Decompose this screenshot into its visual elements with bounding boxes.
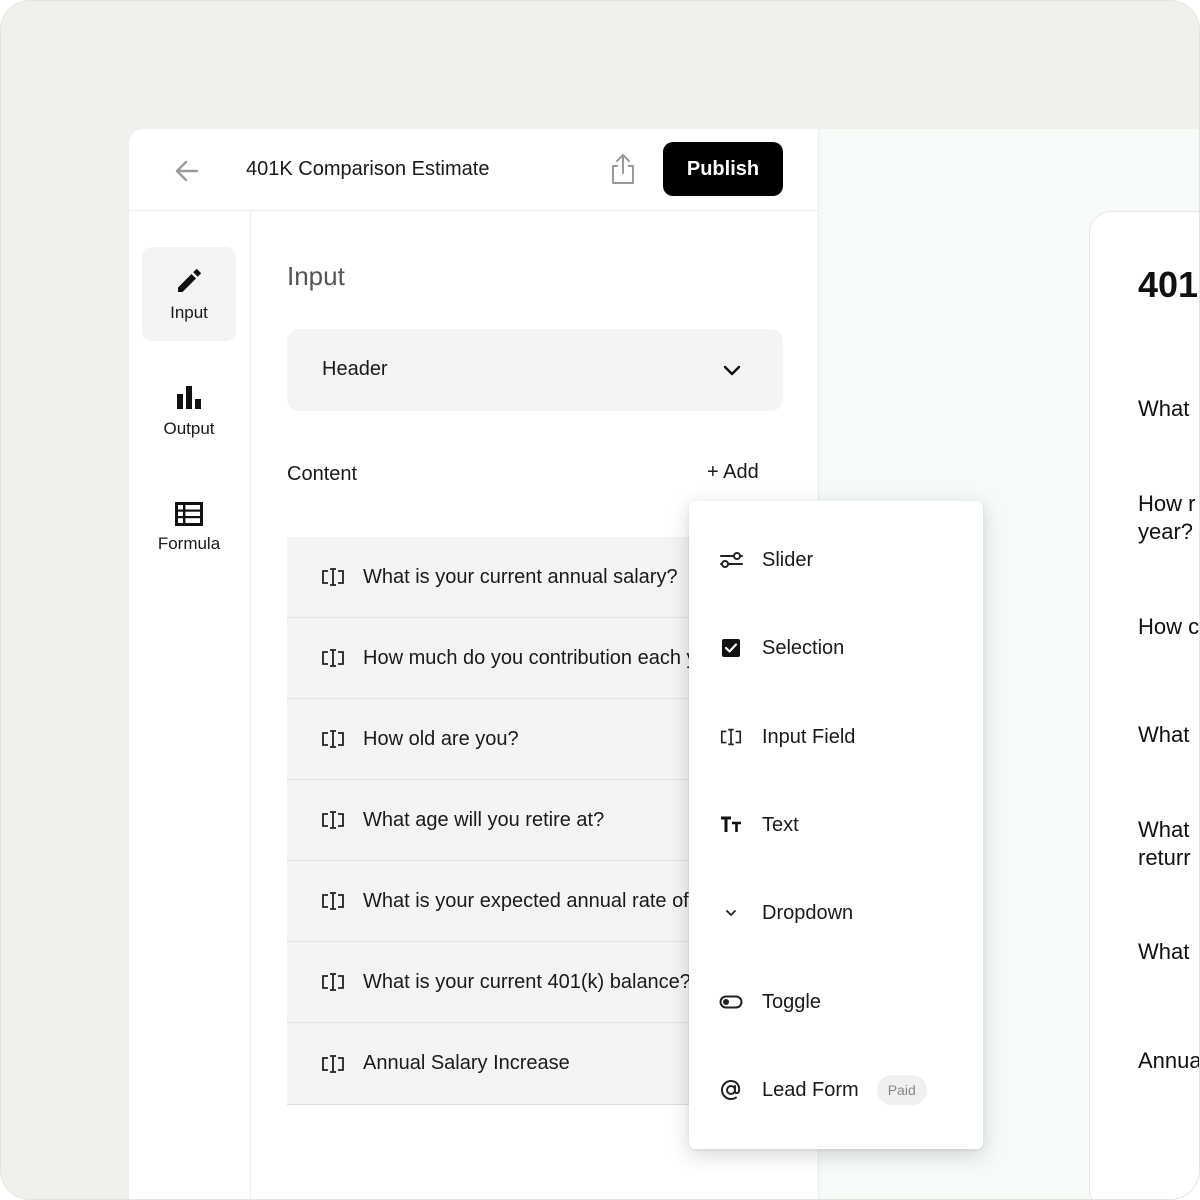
menu-item-input-field[interactable]: Input Field [689, 707, 983, 767]
rail-item-output[interactable]: Output [142, 364, 236, 458]
table-icon [175, 502, 203, 526]
menu-item-label: Text [762, 813, 799, 836]
menu-item-label: Toggle [762, 990, 821, 1013]
preview-question: How r year? [1138, 491, 1196, 544]
content-item-label: How old are you? [363, 727, 519, 750]
content-item-label: Annual Salary Increase [363, 1052, 570, 1074]
input-field-icon [322, 1054, 344, 1073]
input-field-icon [322, 973, 344, 991]
at-sign-icon [719, 1078, 743, 1102]
arrow-left-icon [175, 160, 199, 182]
preview-question: Annua [1138, 1048, 1200, 1073]
input-field-icon [719, 725, 743, 749]
menu-item-lead-form[interactable]: Lead Form Paid [689, 1060, 983, 1120]
menu-item-slider[interactable]: Slider [689, 530, 983, 590]
content-list: What is your current annual salary? How … [287, 537, 707, 1105]
app-frame: 401K Comparison Estimate Publish Input O… [0, 0, 1200, 1200]
back-button[interactable] [169, 153, 205, 189]
bar-chart-icon [177, 386, 201, 409]
content-item[interactable]: What is your current annual salary? [287, 537, 707, 618]
content-item[interactable]: How old are you? [287, 699, 707, 780]
menu-item-dropdown[interactable]: Dropdown [689, 883, 983, 943]
input-field-icon [322, 730, 344, 748]
menu-item-text[interactable]: Text [689, 795, 983, 855]
chevron-down-icon [723, 365, 741, 376]
menu-item-label: Lead Form [762, 1078, 859, 1101]
slider-icon [719, 548, 743, 572]
header-select-value: Header [322, 358, 388, 380]
add-element-menu: Slider Selection Input Field Text Dropdo… [689, 501, 983, 1149]
menu-item-label: Dropdown [762, 901, 854, 924]
rail-item-label: Output [163, 419, 215, 438]
preview-question: What [1138, 396, 1190, 421]
preview-question: What [1138, 722, 1190, 747]
content-item[interactable]: How much do you contribution each year? [287, 618, 707, 699]
checkbox-icon [719, 636, 743, 660]
top-bar: 401K Comparison Estimate Publish [129, 129, 819, 211]
menu-item-toggle[interactable]: Toggle [689, 972, 983, 1032]
preview-title: 401 [1138, 264, 1199, 305]
content-item-label: What is your current 401(k) balance? [363, 970, 691, 993]
preview-question: What returr [1138, 817, 1191, 870]
left-rail: Input Output Formula [129, 211, 251, 1199]
menu-item-selection[interactable]: Selection [689, 618, 983, 678]
preview-question: How c [1138, 614, 1200, 639]
content-item-label: What is your expected annual rate of ret… [363, 889, 707, 912]
input-field-icon [322, 649, 344, 667]
rail-item-input[interactable]: Input [142, 247, 236, 341]
content-label: Content [287, 463, 358, 485]
content-item-label: What age will you retire at? [363, 808, 605, 831]
menu-item-label: Slider [762, 548, 814, 571]
preview-question: What [1138, 939, 1190, 964]
chevron-down-icon [719, 901, 743, 925]
share-button[interactable] [603, 149, 643, 189]
content-item[interactable]: Annual Salary Increase [287, 1023, 707, 1104]
pencil-icon [178, 268, 202, 292]
header-select[interactable]: Header [287, 329, 783, 411]
content-item[interactable]: What age will you retire at? [287, 780, 707, 861]
share-icon [612, 154, 634, 184]
document-title: 401K Comparison Estimate [246, 158, 490, 180]
input-field-icon [322, 892, 344, 910]
paid-badge: Paid [876, 1075, 927, 1105]
text-icon [719, 813, 743, 837]
add-button[interactable]: + Add [707, 461, 759, 484]
content-item[interactable]: What is your expected annual rate of ret… [287, 861, 707, 942]
menu-item-label: Selection [762, 636, 845, 659]
input-field-icon [322, 568, 344, 586]
input-field-icon [322, 811, 344, 829]
preview-card: 401 What How r year? How c What What ret… [1089, 211, 1200, 1199]
content-item-label: What is your current annual salary? [363, 565, 678, 588]
content-item[interactable]: What is your current 401(k) balance? [287, 942, 707, 1023]
rail-item-label: Formula [157, 534, 221, 553]
rail-item-label: Input [170, 303, 208, 322]
rail-item-formula[interactable]: Formula [142, 481, 236, 575]
publish-button[interactable]: Publish [663, 142, 783, 196]
content-item-label: How much do you contribution each year? [363, 646, 707, 669]
toggle-icon [719, 990, 743, 1014]
section-title: Input [287, 261, 345, 291]
menu-item-label: Input Field [762, 725, 856, 748]
